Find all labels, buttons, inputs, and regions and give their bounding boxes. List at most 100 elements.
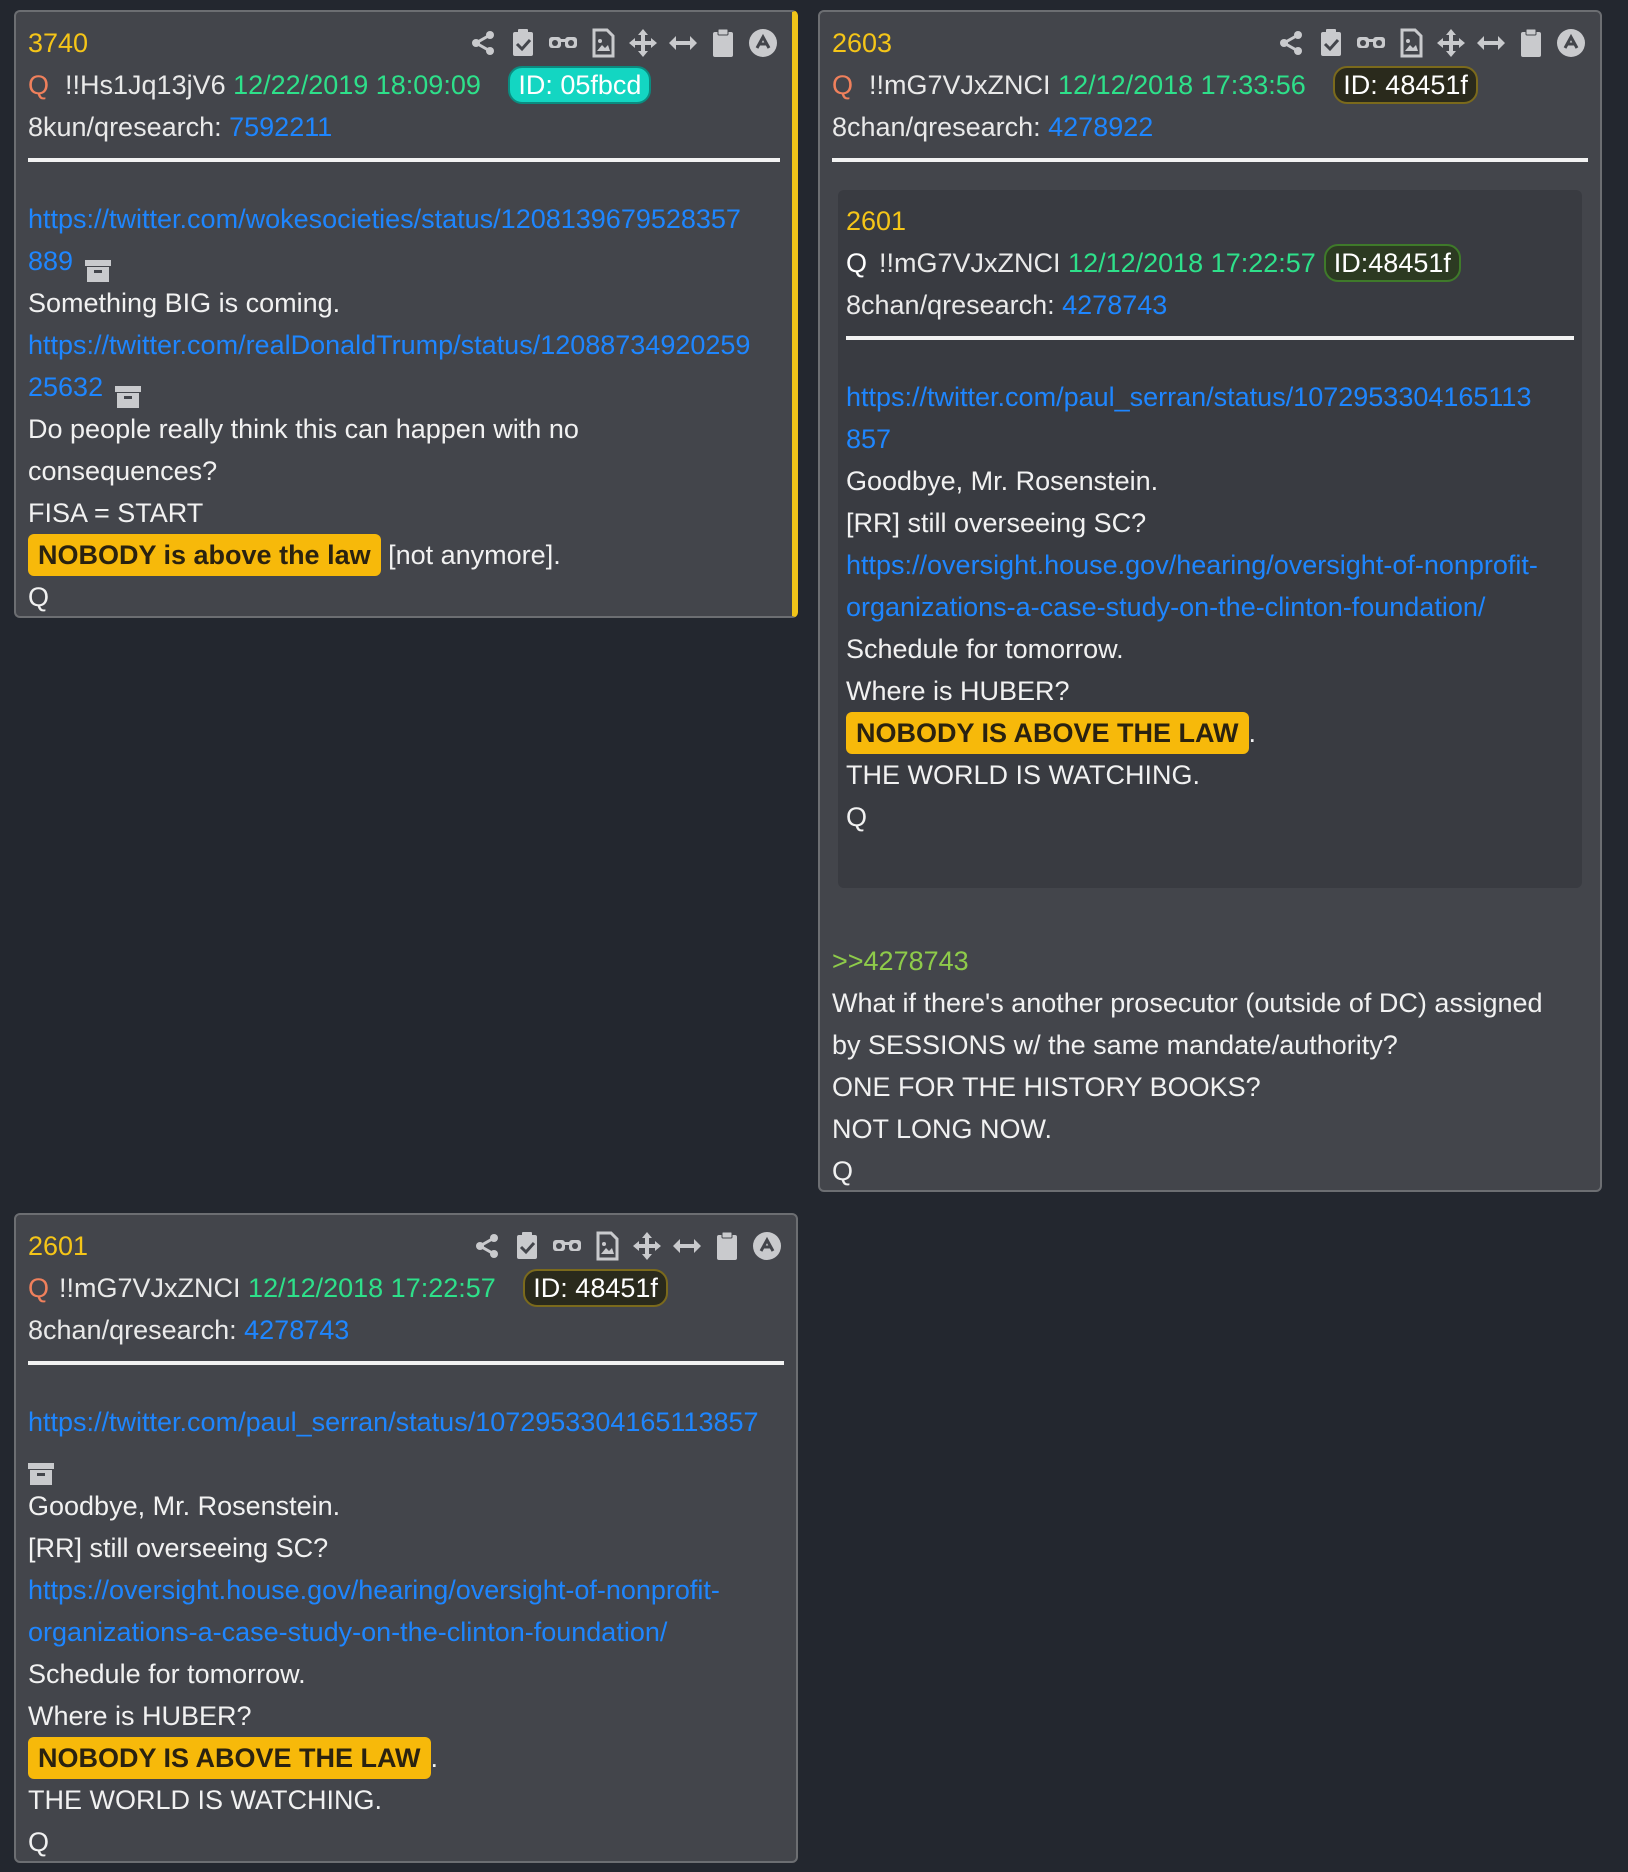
clipboard-check-icon[interactable]: [1316, 28, 1346, 58]
resize-horizontal-icon[interactable]: [672, 1231, 702, 1261]
id-badge[interactable]: ID:48451f: [1323, 244, 1461, 282]
post-header: Q !!mG7VJxZNCI 12/12/2018 17:22:57 ID: 48…: [28, 1267, 784, 1309]
divider: [832, 158, 1588, 162]
post-toolbar: [1276, 28, 1586, 58]
tweet-link-cont[interactable]: 857: [846, 418, 1574, 460]
board-post-link[interactable]: 4278922: [1048, 112, 1153, 142]
board-name: 8kun/qresearch:: [28, 112, 230, 142]
post-text: [RR] still overseeing SC?: [28, 1533, 329, 1563]
divider: [28, 1361, 784, 1365]
post-toolbar: [472, 1231, 782, 1261]
board-name: 8chan/qresearch:: [28, 1315, 245, 1345]
board-post-link[interactable]: 4278743: [1062, 290, 1167, 320]
arrow-up-circle-icon[interactable]: [752, 1231, 782, 1261]
post-text: ONE FOR THE HISTORY BOOKS?: [832, 1072, 1261, 1102]
oversight-link[interactable]: https://oversight.house.gov/hearing/over…: [28, 1569, 784, 1611]
id-badge[interactable]: ID: 48451f: [523, 1269, 668, 1307]
glasses-icon[interactable]: [552, 1231, 582, 1261]
resize-horizontal-icon[interactable]: [668, 28, 698, 58]
tweet-link[interactable]: https://twitter.com/paul_serran/status/1…: [846, 376, 1574, 418]
archive-icon[interactable]: [85, 252, 112, 282]
image-file-icon[interactable]: [1396, 28, 1426, 58]
quoted-post-number[interactable]: 2601: [846, 200, 1574, 242]
post-text: Goodbye, Mr. Rosenstein.: [846, 466, 1159, 496]
highlight-line: NOBODY IS ABOVE THE LAW.: [28, 1737, 784, 1779]
image-file-icon[interactable]: [592, 1231, 622, 1261]
oversight-link-cont[interactable]: organizations-a-case-study-on-the-clinto…: [846, 586, 1574, 628]
clipboard-icon[interactable]: [1516, 28, 1546, 58]
post-text: .: [1248, 718, 1257, 748]
archive-icon[interactable]: [28, 1455, 54, 1485]
post-text: THE WORLD IS WATCHING.: [28, 1785, 382, 1815]
archive-icon[interactable]: [115, 378, 142, 408]
divider: [28, 158, 780, 162]
post-header: Q !!Hs1Jq13jV6 12/22/2019 18:09:09 ID: 05…: [28, 64, 780, 106]
tripcode: !!Hs1Jq13jV6: [65, 70, 226, 100]
signature: Q: [846, 802, 868, 832]
tripcode: !!mG7VJxZNCI: [59, 1273, 241, 1303]
board-post-link[interactable]: 7592211: [229, 112, 332, 142]
post-date: 12/12/2018 17:22:57: [1068, 248, 1316, 278]
image-file-icon[interactable]: [588, 28, 618, 58]
board-name: 8chan/qresearch:: [832, 112, 1049, 142]
post-text: .: [430, 1743, 439, 1773]
glasses-icon[interactable]: [1356, 28, 1386, 58]
highlight-text: NOBODY IS ABOVE THE LAW: [28, 1737, 431, 1779]
clipboard-check-icon[interactable]: [512, 1231, 542, 1261]
post-card-2601: 2601 Q !!mG7VJxZNCI 12/12/2018 17:22:57 I…: [14, 1213, 798, 1863]
arrow-up-circle-icon[interactable]: [1556, 28, 1586, 58]
post-text: Goodbye, Mr. Rosenstein.: [28, 1491, 341, 1521]
move-icon[interactable]: [628, 28, 658, 58]
post-text: Where is HUBER?: [846, 676, 1070, 706]
post-text: FISA = START: [28, 498, 204, 528]
move-icon[interactable]: [1436, 28, 1466, 58]
post-toolbar: [468, 28, 778, 58]
clipboard-check-icon[interactable]: [508, 28, 538, 58]
tweet-link[interactable]: https://twitter.com/paul_serran/status/1…: [28, 1401, 784, 1443]
move-icon[interactable]: [632, 1231, 662, 1261]
post-text: [not anymore].: [380, 540, 561, 570]
q-label: Q: [832, 70, 854, 100]
post-date: 12/12/2018 17:33:56: [1058, 70, 1306, 100]
post-text: Schedule for tomorrow.: [28, 1659, 306, 1689]
arrow-up-circle-icon[interactable]: [748, 28, 778, 58]
clipboard-icon[interactable]: [712, 1231, 742, 1261]
share-icon[interactable]: [472, 1231, 502, 1261]
tripcode: !!mG7VJxZNCI: [869, 70, 1051, 100]
tripcode: !!mG7VJxZNCI: [879, 248, 1061, 278]
board-post-link[interactable]: 4278743: [244, 1315, 349, 1345]
clipboard-icon[interactable]: [708, 28, 738, 58]
post-text: THE WORLD IS WATCHING.: [846, 760, 1200, 790]
reply-link[interactable]: >>4278743: [832, 940, 1588, 982]
share-icon[interactable]: [468, 28, 498, 58]
signature: Q: [28, 582, 50, 612]
board-line: 8kun/qresearch: 7592211: [28, 106, 780, 148]
post-text: What if there's another prosecutor (outs…: [832, 988, 1543, 1018]
tweet-link-1-cont[interactable]: 889: [28, 246, 73, 276]
board-line: 8chan/qresearch: 4278922: [832, 106, 1588, 148]
post-text: Something BIG is coming.: [28, 288, 341, 318]
board-line: 8chan/qresearch: 4278743: [846, 284, 1574, 326]
board-line: 8chan/qresearch: 4278743: [28, 1309, 784, 1351]
share-icon[interactable]: [1276, 28, 1306, 58]
highlight-line: NOBODY IS ABOVE THE LAW.: [846, 712, 1574, 754]
id-badge[interactable]: ID: 48451f: [1333, 66, 1478, 104]
post-header: Q !!mG7VJxZNCI 12/12/2018 17:33:56 ID: 48…: [832, 64, 1588, 106]
post-text: by SESSIONS w/ the same mandate/authorit…: [832, 1030, 1398, 1060]
id-badge[interactable]: ID: 05fbcd: [508, 66, 652, 104]
divider: [846, 336, 1574, 340]
post-text: NOT LONG NOW.: [832, 1114, 1053, 1144]
tweet-link-2-cont[interactable]: 25632: [28, 372, 103, 402]
quoted-post-2601: 2601 Q !!mG7VJxZNCI 12/12/2018 17:22:57 ID…: [838, 190, 1582, 888]
signature: Q: [832, 1156, 854, 1186]
post-card-3740: 3740 Q !!Hs1Jq13jV6 12/22/2019 18:09:09 I…: [14, 10, 798, 618]
oversight-link-cont[interactable]: organizations-a-case-study-on-the-clinto…: [28, 1611, 784, 1653]
tweet-link-1[interactable]: https://twitter.com/wokesocieties/status…: [28, 198, 780, 240]
resize-horizontal-icon[interactable]: [1476, 28, 1506, 58]
tweet-link-2[interactable]: https://twitter.com/realDonaldTrump/stat…: [28, 324, 780, 366]
oversight-link[interactable]: https://oversight.house.gov/hearing/over…: [846, 544, 1574, 586]
q-label: Q: [28, 1273, 50, 1303]
glasses-icon[interactable]: [548, 28, 578, 58]
board-name: 8chan/qresearch:: [846, 290, 1063, 320]
q-label: Q: [28, 70, 50, 100]
